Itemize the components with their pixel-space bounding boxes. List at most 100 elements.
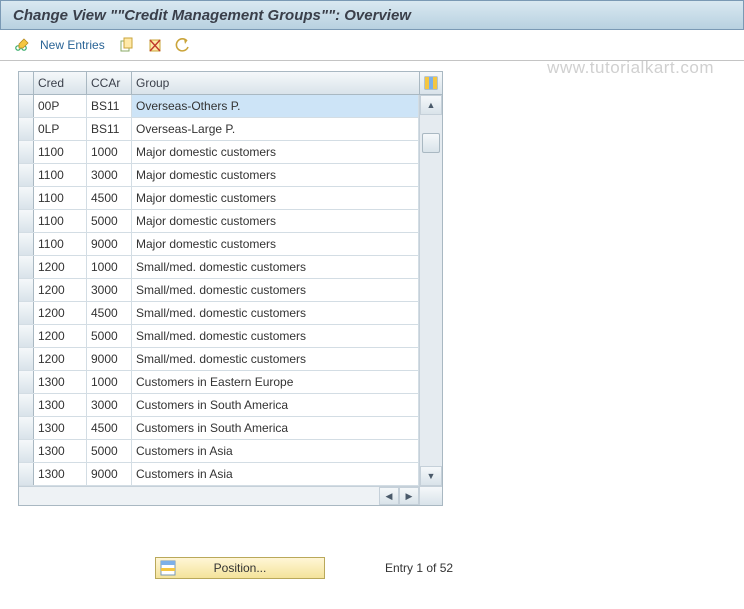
cell-ccar[interactable]: 9000	[87, 233, 132, 255]
table-row[interactable]: 0LPBS11Overseas-Large P.	[19, 118, 419, 141]
cell-cred[interactable]: 1100	[34, 187, 87, 209]
row-selector[interactable]	[19, 348, 34, 370]
cell-group[interactable]: Major domestic customers	[132, 210, 419, 232]
row-selector[interactable]	[19, 233, 34, 255]
cell-ccar[interactable]: 1000	[87, 141, 132, 163]
table-row[interactable]: 13005000Customers in Asia	[19, 440, 419, 463]
cell-cred[interactable]: 1100	[34, 233, 87, 255]
scroll-right-button[interactable]: ▶	[399, 487, 419, 505]
cell-ccar[interactable]: 1000	[87, 256, 132, 278]
row-selector[interactable]	[19, 394, 34, 416]
scroll-thumb[interactable]	[422, 133, 440, 153]
row-selector[interactable]	[19, 187, 34, 209]
table-row[interactable]: 00PBS11Overseas-Others P.	[19, 95, 419, 118]
table-row[interactable]: 13004500Customers in South America	[19, 417, 419, 440]
row-selector[interactable]	[19, 440, 34, 462]
cell-cred[interactable]: 1300	[34, 463, 87, 485]
cell-ccar[interactable]: 3000	[87, 279, 132, 301]
cell-ccar[interactable]: 5000	[87, 440, 132, 462]
cell-group[interactable]: Overseas-Large P.	[132, 118, 419, 140]
cell-cred[interactable]: 1100	[34, 164, 87, 186]
row-selector[interactable]	[19, 95, 34, 117]
row-selector[interactable]	[19, 463, 34, 485]
cell-cred[interactable]: 1100	[34, 141, 87, 163]
cell-ccar[interactable]: 5000	[87, 210, 132, 232]
row-selector[interactable]	[19, 302, 34, 324]
table-row[interactable]: 11004500Major domestic customers	[19, 187, 419, 210]
cell-ccar[interactable]: 9000	[87, 348, 132, 370]
cell-ccar[interactable]: 4500	[87, 302, 132, 324]
scroll-down-button[interactable]: ▼	[420, 466, 442, 486]
cell-cred[interactable]: 00P	[34, 95, 87, 117]
scroll-up-button[interactable]: ▲	[420, 95, 442, 115]
undo-button[interactable]	[171, 33, 195, 57]
table-row[interactable]: 12001000Small/med. domestic customers	[19, 256, 419, 279]
table-row[interactable]: 12005000Small/med. domestic customers	[19, 325, 419, 348]
row-selector[interactable]	[19, 371, 34, 393]
column-header-ccar[interactable]: CCAr	[87, 72, 132, 94]
cell-cred[interactable]: 1200	[34, 302, 87, 324]
table-row[interactable]: 11005000Major domestic customers	[19, 210, 419, 233]
table-config-button[interactable]	[420, 72, 442, 94]
cell-ccar[interactable]: BS11	[87, 118, 132, 140]
cell-group[interactable]: Customers in Eastern Europe	[132, 371, 419, 393]
cell-cred[interactable]: 1200	[34, 325, 87, 347]
cell-ccar[interactable]: 3000	[87, 164, 132, 186]
cell-group[interactable]: Small/med. domestic customers	[132, 325, 419, 347]
table-row[interactable]: 11001000Major domestic customers	[19, 141, 419, 164]
cell-ccar[interactable]: BS11	[87, 95, 132, 117]
cell-group[interactable]: Customers in Asia	[132, 440, 419, 462]
row-selector-header[interactable]	[19, 72, 34, 94]
cell-cred[interactable]: 1100	[34, 210, 87, 232]
table-row[interactable]: 13001000Customers in Eastern Europe	[19, 371, 419, 394]
cell-cred[interactable]: 1200	[34, 256, 87, 278]
table-row[interactable]: 11009000Major domestic customers	[19, 233, 419, 256]
row-selector[interactable]	[19, 417, 34, 439]
cell-cred[interactable]: 1300	[34, 417, 87, 439]
cell-group[interactable]: Small/med. domestic customers	[132, 302, 419, 324]
cell-ccar[interactable]: 3000	[87, 394, 132, 416]
cell-ccar[interactable]: 5000	[87, 325, 132, 347]
cell-cred[interactable]: 0LP	[34, 118, 87, 140]
horizontal-scrollbar[interactable]: ◀ ▶	[19, 486, 442, 505]
cell-ccar[interactable]: 4500	[87, 417, 132, 439]
row-selector[interactable]	[19, 141, 34, 163]
vertical-scrollbar[interactable]: ▲ ▼	[419, 95, 442, 486]
cell-cred[interactable]: 1200	[34, 348, 87, 370]
row-selector[interactable]	[19, 164, 34, 186]
table-row[interactable]: 12004500Small/med. domestic customers	[19, 302, 419, 325]
cell-cred[interactable]: 1300	[34, 394, 87, 416]
table-row[interactable]: 13009000Customers in Asia	[19, 463, 419, 486]
row-selector[interactable]	[19, 325, 34, 347]
new-entries-button[interactable]: New Entries	[40, 38, 105, 52]
cell-group[interactable]: Small/med. domestic customers	[132, 348, 419, 370]
row-selector[interactable]	[19, 118, 34, 140]
column-header-group[interactable]: Group	[132, 72, 420, 94]
cell-group[interactable]: Small/med. domestic customers	[132, 256, 419, 278]
cell-group[interactable]: Major domestic customers	[132, 164, 419, 186]
table-row[interactable]: 12009000Small/med. domestic customers	[19, 348, 419, 371]
cell-cred[interactable]: 1300	[34, 371, 87, 393]
cell-group[interactable]: Overseas-Others P.	[132, 95, 419, 117]
table-row[interactable]: 12003000Small/med. domestic customers	[19, 279, 419, 302]
row-selector[interactable]	[19, 210, 34, 232]
cell-group[interactable]: Major domestic customers	[132, 187, 419, 209]
scroll-left-button[interactable]: ◀	[379, 487, 399, 505]
scroll-track[interactable]	[420, 115, 442, 466]
row-selector[interactable]	[19, 279, 34, 301]
delete-button[interactable]	[143, 33, 167, 57]
cell-group[interactable]: Customers in South America	[132, 394, 419, 416]
cell-group[interactable]: Major domestic customers	[132, 141, 419, 163]
row-selector[interactable]	[19, 256, 34, 278]
table-row[interactable]: 13003000Customers in South America	[19, 394, 419, 417]
cell-ccar[interactable]: 4500	[87, 187, 132, 209]
cell-group[interactable]: Customers in Asia	[132, 463, 419, 485]
cell-group[interactable]: Major domestic customers	[132, 233, 419, 255]
toggle-edit-button[interactable]	[10, 33, 34, 57]
table-row[interactable]: 11003000Major domestic customers	[19, 164, 419, 187]
cell-ccar[interactable]: 9000	[87, 463, 132, 485]
cell-cred[interactable]: 1200	[34, 279, 87, 301]
column-header-cred[interactable]: Cred	[34, 72, 87, 94]
cell-ccar[interactable]: 1000	[87, 371, 132, 393]
cell-group[interactable]: Customers in South America	[132, 417, 419, 439]
